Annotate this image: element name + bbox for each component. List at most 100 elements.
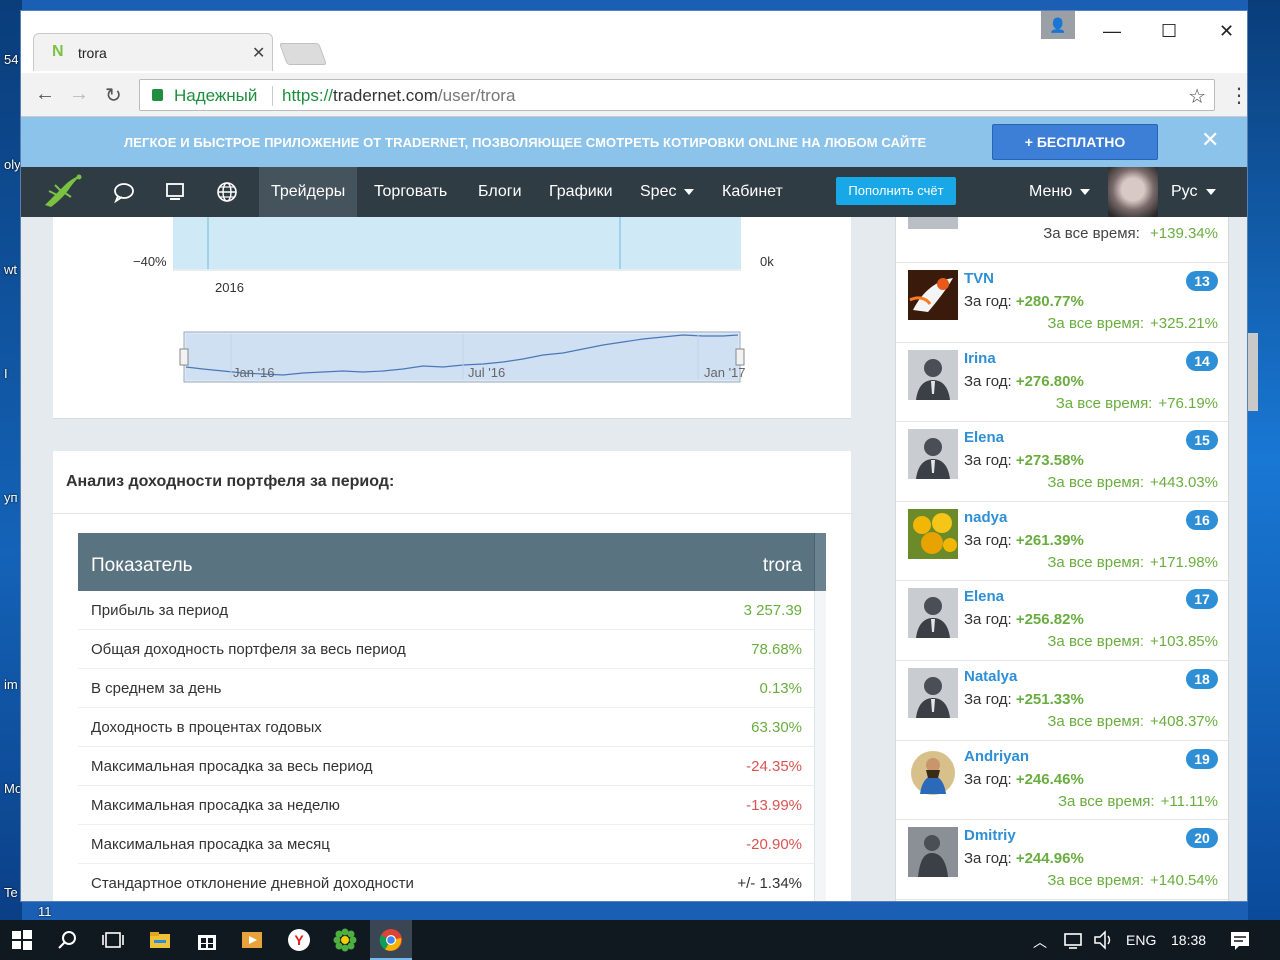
file-explorer-icon[interactable] bbox=[148, 928, 172, 952]
monitor-icon[interactable] bbox=[164, 181, 186, 203]
volume-icon[interactable] bbox=[1092, 928, 1116, 952]
metric-value: +/- 1.34% bbox=[737, 875, 802, 892]
language-select[interactable]: Рус bbox=[1171, 167, 1216, 217]
url-path: /user/trora bbox=[437, 86, 516, 105]
media-player-icon[interactable] bbox=[240, 928, 264, 952]
trader-item[interactable]: Natalya 18 За год: +251.33% За все время: +4… bbox=[896, 661, 1228, 741]
bookmark-star-icon[interactable]: ☆ bbox=[1188, 84, 1206, 109]
table-row: Прибыль за период 3 257.39 bbox=[78, 591, 826, 630]
nav-trade[interactable]: Торговать bbox=[374, 167, 447, 217]
nav-traders[interactable]: Трейдеры bbox=[259, 167, 358, 217]
rank-badge: 14 bbox=[1186, 350, 1218, 371]
navigator-tick: Jul '16 bbox=[468, 365, 505, 380]
show-hidden-icons[interactable]: ︿ bbox=[1033, 932, 1047, 952]
minimize-icon[interactable]: — bbox=[1103, 21, 1121, 42]
nav-blogs[interactable]: Блоги bbox=[478, 167, 522, 217]
avatar[interactable] bbox=[908, 827, 958, 878]
year-label: За год: bbox=[964, 372, 1012, 390]
avatar[interactable] bbox=[908, 270, 958, 320]
alltime-return: За все время: +408.37% bbox=[1041, 713, 1218, 730]
promo-banner: ЛЕГКОЕ И БЫСТРОЕ ПРИЛОЖЕНИЕ ОТ TRADERNET… bbox=[21, 117, 1247, 167]
maximize-icon[interactable]: ☐ bbox=[1161, 21, 1177, 42]
trader-item[interactable]: nadya 16 За год: +261.39% За все время: +171… bbox=[896, 502, 1228, 582]
avatar[interactable] bbox=[908, 508, 958, 559]
language-indicator[interactable]: ENG bbox=[1126, 932, 1156, 948]
alltime-return: За все время: +325.21% bbox=[1041, 315, 1218, 332]
trader-name[interactable]: Natalya bbox=[964, 668, 1017, 685]
forward-icon[interactable]: → bbox=[69, 83, 89, 106]
navigator-right-handle[interactable] bbox=[735, 348, 745, 366]
network-icon[interactable] bbox=[1062, 928, 1086, 952]
trader-item[interactable]: Elena 15 За год: +273.58% За все время: +443… bbox=[896, 422, 1228, 502]
clock[interactable]: 18:38 bbox=[1171, 932, 1206, 948]
nav-spec[interactable]: Spec bbox=[640, 167, 695, 217]
lizard-logo-icon[interactable] bbox=[39, 171, 87, 211]
task-view-icon[interactable] bbox=[101, 928, 125, 952]
yandex-browser-icon[interactable]: Y bbox=[287, 928, 311, 952]
avatar[interactable] bbox=[908, 349, 958, 400]
globe-icon[interactable] bbox=[216, 181, 238, 203]
table-scrollbar-track bbox=[814, 630, 826, 669]
table-scrollbar[interactable] bbox=[814, 533, 826, 591]
profile-icon[interactable]: 👤 bbox=[1041, 11, 1075, 39]
year-value: +261.39% bbox=[1015, 531, 1084, 549]
back-icon[interactable]: ← bbox=[35, 83, 55, 106]
icq-icon[interactable] bbox=[333, 928, 357, 952]
free-download-button[interactable]: + БЕСПЛАТНО bbox=[992, 124, 1158, 160]
year-return: За год: +251.33% bbox=[964, 691, 1084, 708]
trader-name[interactable]: Irina bbox=[964, 350, 996, 367]
toolbar: ← → ↻ Надежный https://tradernet.com/use… bbox=[21, 73, 1247, 117]
table-scrollbar-track bbox=[814, 864, 826, 901]
chrome-taskbar-button[interactable] bbox=[370, 920, 412, 960]
trader-item[interactable]: Andriyan 19 За год: +246.46% За все время: +… bbox=[896, 741, 1228, 821]
search-icon[interactable] bbox=[56, 928, 80, 952]
store-icon[interactable] bbox=[195, 928, 219, 952]
page-scrollbar[interactable] bbox=[1247, 334, 1248, 902]
trader-name[interactable]: Elena bbox=[964, 588, 1004, 605]
avatar[interactable] bbox=[908, 588, 958, 639]
trader-item[interactable]: Dmitriy 20 За год: +244.96% За все время: +1… bbox=[896, 820, 1228, 900]
new-tab-button[interactable] bbox=[278, 43, 328, 65]
scrollbar-thumb[interactable] bbox=[1248, 333, 1258, 411]
close-window-icon[interactable]: ✕ bbox=[1219, 21, 1234, 42]
year-label: За год: bbox=[964, 691, 1012, 708]
close-tab-icon[interactable]: ✕ bbox=[252, 43, 265, 63]
trader-item[interactable]: Elena 17 За год: +256.82% За все время: +103… bbox=[896, 581, 1228, 661]
user-avatar[interactable] bbox=[1108, 167, 1158, 217]
metric-value: 0.13% bbox=[759, 680, 802, 697]
nav-cabinet[interactable]: Кабинет bbox=[722, 167, 783, 217]
rank-badge: 13 bbox=[1186, 271, 1218, 291]
notifications-icon[interactable] bbox=[1228, 928, 1252, 952]
desktop-label: oly bbox=[4, 157, 21, 172]
nav-charts[interactable]: Графики bbox=[549, 167, 613, 217]
left-axis-tick: −40% bbox=[133, 254, 167, 269]
metric-value: 78.68% bbox=[751, 641, 802, 658]
navigator-left-handle[interactable] bbox=[179, 348, 189, 366]
trader-name[interactable]: TVN bbox=[964, 270, 994, 287]
alltime-value: +103.85% bbox=[1150, 633, 1218, 651]
windows-start-icon[interactable] bbox=[10, 928, 34, 952]
menu-dots-icon[interactable]: ⋮ bbox=[1229, 83, 1247, 108]
nav-menu[interactable]: Меню bbox=[1029, 167, 1091, 217]
trader-name[interactable]: Andriyan bbox=[964, 748, 1029, 765]
close-banner-icon[interactable]: ✕ bbox=[1201, 127, 1219, 153]
table-row: Доходность в процентах годовых 63.30% bbox=[78, 708, 826, 747]
top-up-button[interactable]: Пополнить счёт bbox=[836, 177, 956, 205]
table-scrollbar-track bbox=[814, 825, 826, 864]
desktop-label: I bbox=[4, 366, 8, 381]
alltime-label: За все время: bbox=[1047, 474, 1145, 492]
avatar[interactable] bbox=[908, 668, 958, 718]
trader-name[interactable]: nadya bbox=[964, 509, 1007, 526]
alltime-return: За все время: +11.11% bbox=[1052, 793, 1218, 810]
avatar[interactable] bbox=[908, 747, 958, 798]
trader-item[interactable]: За все время: +139.34% bbox=[896, 217, 1228, 263]
trader-name[interactable]: Elena bbox=[964, 429, 1004, 446]
trader-item[interactable]: TVN 13 За год: +280.77% За все время: +325.2… bbox=[896, 263, 1228, 343]
avatar[interactable] bbox=[908, 429, 958, 480]
browser-tab[interactable]: N trora ✕ bbox=[33, 33, 273, 71]
chat-icon[interactable] bbox=[113, 181, 135, 203]
reload-icon[interactable]: ↻ bbox=[105, 83, 122, 108]
trader-item[interactable]: Irina 14 За год: +276.80% За все время: +76.… bbox=[896, 343, 1228, 423]
address-bar[interactable]: Надежный https://tradernet.com/user/tror… bbox=[139, 79, 1215, 111]
trader-name[interactable]: Dmitriy bbox=[964, 827, 1016, 844]
